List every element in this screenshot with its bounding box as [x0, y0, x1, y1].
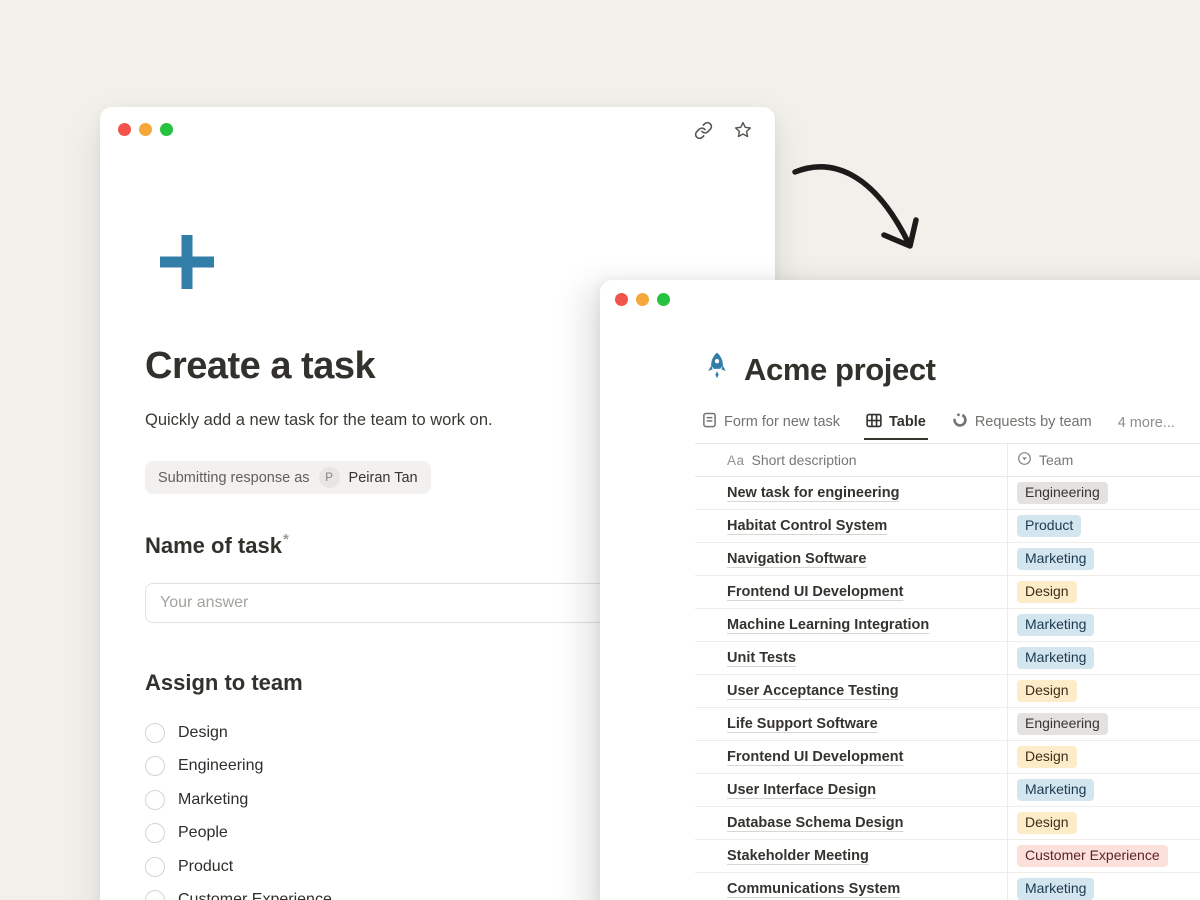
column-header-team[interactable]: Team — [1039, 452, 1073, 468]
team-radio-option[interactable]: People — [145, 817, 332, 851]
task-title-cell[interactable]: Life Support Software — [727, 716, 878, 732]
table-row[interactable]: New task for engineering Engineering — [695, 477, 1200, 510]
team-tag[interactable]: Design — [1017, 812, 1077, 835]
team-radio-group: Design Engineering Marketing People Prod… — [145, 716, 332, 900]
window-controls — [615, 293, 670, 306]
table-row[interactable]: User Acceptance Testing Design — [695, 675, 1200, 708]
radio-option-label: Engineering — [178, 757, 263, 775]
radio-option-label: Customer Experience — [178, 891, 332, 900]
link-icon[interactable] — [694, 121, 713, 140]
task-title-cell[interactable]: Database Schema Design — [727, 815, 904, 831]
task-title-cell[interactable]: Communications System — [727, 881, 900, 897]
view-tabs: Form for new task Table Requests by team — [700, 406, 1175, 440]
table-row[interactable]: Frontend UI Development Design — [695, 741, 1200, 774]
task-title-cell[interactable]: New task for engineering — [727, 485, 899, 501]
radio-option-label: Marketing — [178, 791, 248, 809]
table-row[interactable]: Navigation Software Marketing — [695, 543, 1200, 576]
table-row[interactable]: Machine Learning Integration Marketing — [695, 609, 1200, 642]
team-tag[interactable]: Marketing — [1017, 878, 1094, 900]
task-title-cell[interactable]: Navigation Software — [727, 551, 866, 567]
more-tabs-button[interactable]: 4 more... — [1116, 406, 1175, 440]
close-window-button[interactable] — [615, 293, 628, 306]
submit-chip-user: Peiran Tan — [349, 470, 418, 486]
table-icon — [866, 413, 882, 432]
table-row[interactable]: Communications System Marketing — [695, 873, 1200, 900]
table-row[interactable]: Habitat Control System Product — [695, 510, 1200, 543]
table-row[interactable]: Frontend UI Development Design — [695, 576, 1200, 609]
radio-circle-icon[interactable] — [145, 857, 165, 877]
desktop-canvas: { "background_color": "#F2F0EB", "window… — [0, 0, 1200, 900]
table-window: Acme project Form for new task — [600, 280, 1200, 900]
column-header-short-description[interactable]: Short description — [752, 452, 857, 468]
radio-circle-icon[interactable] — [145, 723, 165, 743]
table-row[interactable]: Stakeholder Meeting Customer Experience — [695, 840, 1200, 873]
pie-chart-icon — [952, 412, 968, 432]
team-tag[interactable]: Engineering — [1017, 713, 1108, 736]
team-radio-option[interactable]: Product — [145, 850, 332, 884]
radio-option-label: Design — [178, 724, 228, 742]
radio-circle-icon[interactable] — [145, 790, 165, 810]
team-tag[interactable]: Product — [1017, 515, 1081, 538]
radio-circle-icon[interactable] — [145, 756, 165, 776]
task-title-cell[interactable]: User Acceptance Testing — [727, 683, 899, 699]
text-property-icon: Aa — [727, 453, 745, 468]
task-title-cell[interactable]: Habitat Control System — [727, 518, 887, 534]
tab-form-for-new-task[interactable]: Form for new task — [700, 406, 842, 440]
window-controls — [118, 123, 173, 136]
column-divider — [1007, 444, 1008, 900]
radio-circle-icon[interactable] — [145, 890, 165, 900]
required-marker: * — [283, 531, 289, 548]
team-radio-option[interactable]: Customer Experience — [145, 884, 332, 900]
close-window-button[interactable] — [118, 123, 131, 136]
table-row[interactable]: Database Schema Design Design — [695, 807, 1200, 840]
task-title-cell[interactable]: Frontend UI Development — [727, 584, 903, 600]
minimize-window-button[interactable] — [636, 293, 649, 306]
team-radio-option[interactable]: Engineering — [145, 750, 332, 784]
team-radio-option[interactable]: Marketing — [145, 783, 332, 817]
team-tag[interactable]: Customer Experience — [1017, 845, 1168, 868]
rocket-icon — [704, 352, 730, 388]
minimize-window-button[interactable] — [139, 123, 152, 136]
task-title-cell[interactable]: Machine Learning Integration — [727, 617, 929, 633]
team-tag[interactable]: Design — [1017, 746, 1077, 769]
team-tag[interactable]: Marketing — [1017, 779, 1094, 802]
submit-chip-prefix: Submitting response as — [158, 470, 310, 486]
team-tag[interactable]: Engineering — [1017, 482, 1108, 505]
avatar: P — [319, 467, 340, 488]
name-of-task-label: Name of task* — [145, 533, 288, 559]
radio-option-label: Product — [178, 858, 233, 876]
select-property-icon — [1017, 451, 1032, 469]
form-icon — [702, 412, 717, 432]
submitting-as-chip: Submitting response as P Peiran Tan — [145, 461, 431, 494]
form-title: Create a task — [145, 345, 375, 388]
team-tag[interactable]: Marketing — [1017, 614, 1094, 637]
team-radio-option[interactable]: Design — [145, 716, 332, 750]
team-tag[interactable]: Design — [1017, 680, 1077, 703]
task-title-cell[interactable]: Unit Tests — [727, 650, 796, 666]
table-header-row: Aa Short description Team — [695, 444, 1200, 477]
tab-requests-by-team[interactable]: Requests by team — [950, 406, 1094, 440]
team-tag[interactable]: Marketing — [1017, 647, 1094, 670]
zoom-window-button[interactable] — [657, 293, 670, 306]
table-rows: New task for engineering Engineering Hab… — [695, 477, 1200, 900]
table-row[interactable]: Unit Tests Marketing — [695, 642, 1200, 675]
curved-arrow — [770, 140, 940, 275]
task-title-cell[interactable]: Stakeholder Meeting — [727, 848, 869, 864]
zoom-window-button[interactable] — [160, 123, 173, 136]
table-row[interactable]: User Interface Design Marketing — [695, 774, 1200, 807]
task-title-cell[interactable]: User Interface Design — [727, 782, 876, 798]
radio-circle-icon[interactable] — [145, 823, 165, 843]
plus-icon — [158, 233, 216, 296]
radio-option-label: People — [178, 824, 228, 842]
team-tag[interactable]: Design — [1017, 581, 1077, 604]
table-row[interactable]: Life Support Software Engineering — [695, 708, 1200, 741]
tab-table[interactable]: Table — [864, 406, 928, 440]
task-title-cell[interactable]: Frontend UI Development — [727, 749, 903, 765]
page-title: Acme project — [744, 352, 936, 388]
database-table: Aa Short description Team New task for e… — [695, 443, 1200, 900]
assign-to-team-label: Assign to team — [145, 670, 303, 696]
form-subtitle: Quickly add a new task for the team to w… — [145, 411, 493, 430]
team-tag[interactable]: Marketing — [1017, 548, 1094, 571]
star-icon[interactable] — [733, 120, 753, 140]
